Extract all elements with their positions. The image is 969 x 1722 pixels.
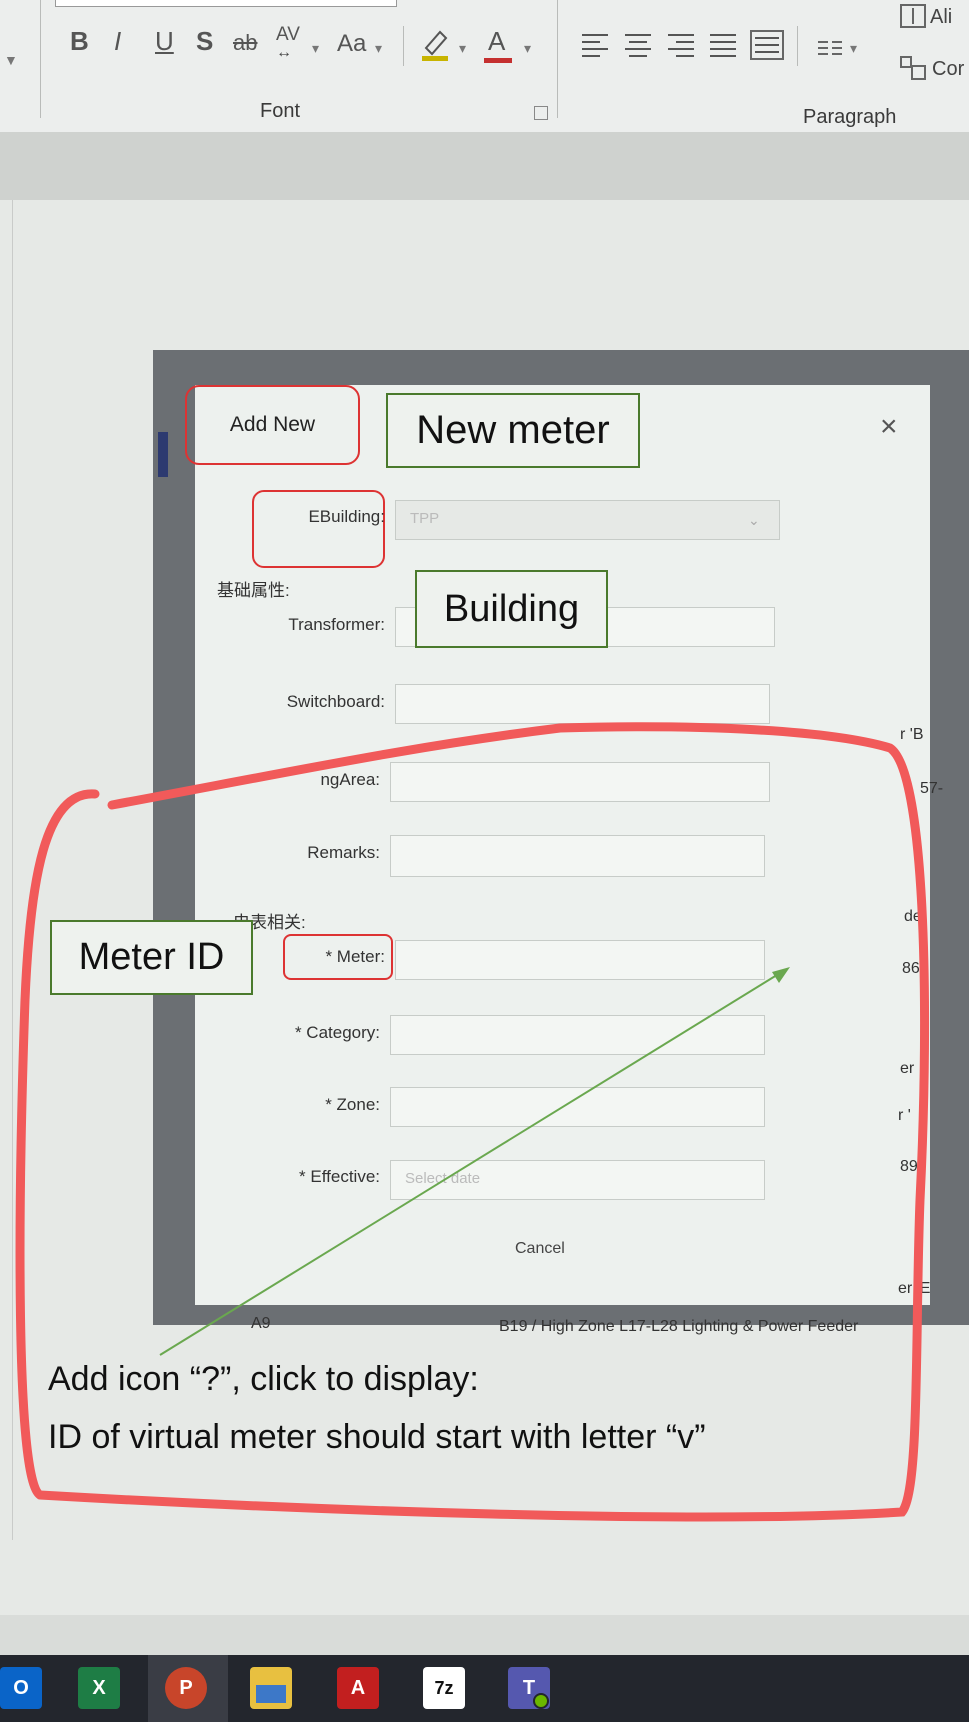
7zip-icon[interactable]: 7z	[423, 1667, 465, 1709]
annotation-note-line-1: Add icon “?”, click to display:	[48, 1360, 479, 1398]
annotation-note: Add icon “?”, click to display: ID of vi…	[48, 1350, 706, 1466]
file-explorer-icon[interactable]	[250, 1667, 292, 1709]
taskbar	[0, 1655, 969, 1722]
excel-icon[interactable]: X	[78, 1667, 120, 1709]
annotation-note-line-2: ID of virtual meter should start with le…	[48, 1418, 706, 1456]
teams-status-dot	[533, 1693, 549, 1709]
annotation-arrow-line	[159, 969, 786, 1356]
annotation-arrow-head	[772, 967, 790, 983]
acrobat-icon[interactable]: A	[337, 1667, 379, 1709]
outlook-icon[interactable]: O	[0, 1667, 42, 1709]
powerpoint-icon[interactable]: P	[165, 1667, 207, 1709]
